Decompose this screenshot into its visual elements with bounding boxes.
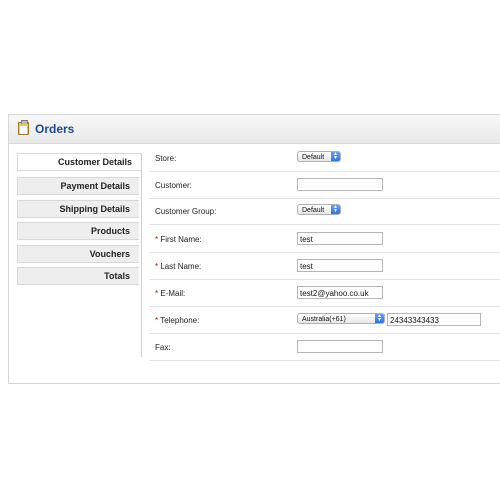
first-name-label: First Name: (160, 235, 202, 244)
tab-payment-details[interactable]: Payment Details (17, 177, 139, 195)
orders-panel: Orders Customer Details Payment Details … (8, 114, 500, 384)
clipboard-icon (18, 120, 29, 135)
customer-input[interactable] (297, 178, 383, 191)
store-value: Default (302, 154, 325, 161)
tab-shipping-details[interactable]: Shipping Details (17, 200, 139, 218)
fax-row: Fax: (149, 334, 500, 361)
panel-title: Orders (35, 122, 75, 136)
customer-group-label: Customer Group: (155, 207, 217, 216)
last-name-row: * Last Name: test (149, 253, 500, 280)
fax-label: Fax: (155, 343, 171, 352)
panel-header: Orders (9, 115, 500, 144)
telephone-row: * Telephone: Australia(+61) ▲ ▼ 243433434… (149, 307, 500, 334)
first-name-input[interactable]: test (297, 232, 383, 245)
customer-label: Customer: (155, 181, 192, 190)
last-name-input[interactable]: test (297, 259, 383, 272)
required-marker: * (155, 289, 159, 298)
required-marker: * (155, 235, 159, 244)
chevron-updown-icon: ▲ ▼ (331, 205, 340, 214)
email-input[interactable]: test2@yahoo.co.uk (297, 286, 383, 299)
store-row: Store: Default ▲ ▼ (149, 145, 500, 172)
fax-input[interactable] (297, 340, 383, 353)
tab-totals[interactable]: Totals (17, 267, 139, 285)
customer-group-value: Default (302, 207, 325, 214)
tab-vouchers[interactable]: Vouchers (17, 245, 139, 263)
last-name-label: Last Name: (160, 262, 202, 271)
telephone-label: Telephone: (160, 316, 200, 325)
first-name-row: * First Name: test (149, 226, 500, 253)
chevron-updown-icon: ▲ ▼ (331, 152, 340, 161)
telephone-country-select[interactable]: Australia(+61) ▲ ▼ (297, 313, 385, 324)
required-marker: * (155, 316, 159, 325)
tab-list: Customer Details Payment Details Shippin… (17, 153, 142, 357)
store-label: Store: (155, 154, 177, 163)
customer-group-row: Customer Group: Default ▲ ▼ (149, 198, 500, 225)
store-select[interactable]: Default ▲ ▼ (297, 151, 341, 162)
customer-row: Customer: (149, 172, 500, 199)
telephone-country-value: Australia(+61) (302, 316, 346, 323)
customer-group-select[interactable]: Default ▲ ▼ (297, 204, 341, 215)
email-row: * E-Mail: test2@yahoo.co.uk (149, 280, 500, 307)
email-label: E-Mail: (160, 289, 186, 298)
chevron-updown-icon: ▲ ▼ (375, 314, 384, 323)
tab-customer-details[interactable]: Customer Details (17, 153, 141, 171)
telephone-input[interactable]: 24343343433 (387, 313, 481, 326)
required-marker: * (155, 262, 159, 271)
tab-products[interactable]: Products (17, 222, 139, 240)
